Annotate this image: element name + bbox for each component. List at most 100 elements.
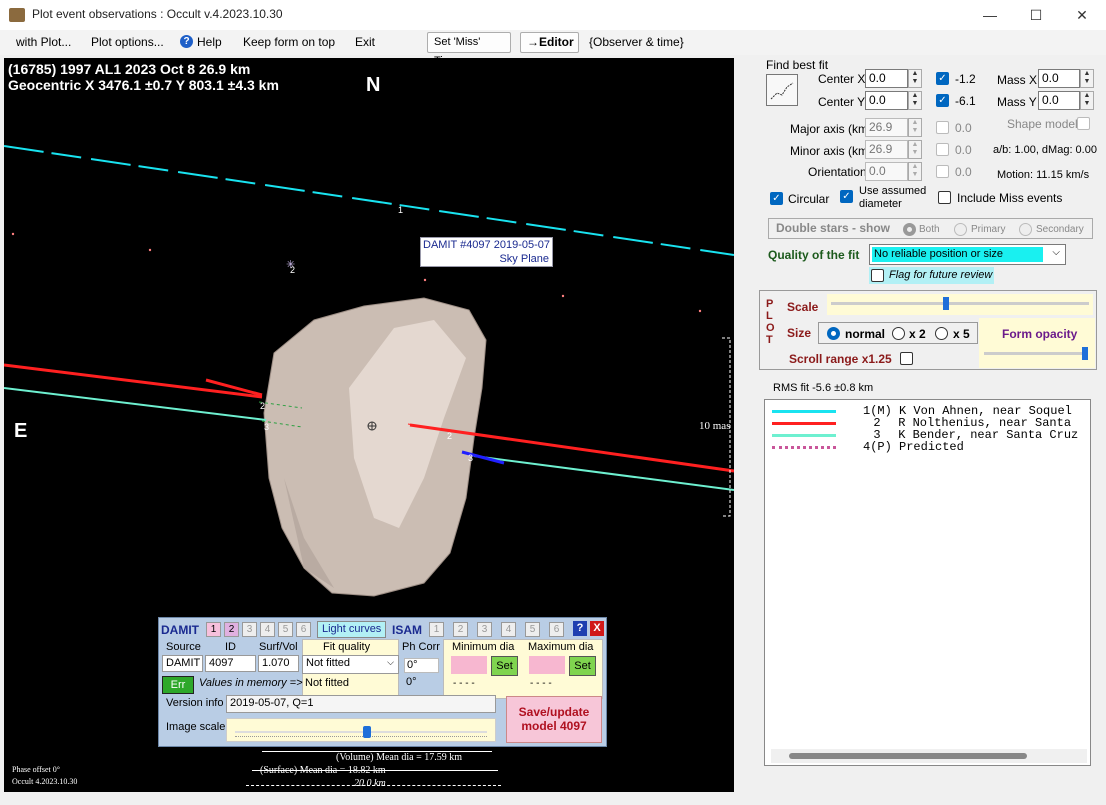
mass-x-spinner[interactable]: ▲ ▼ — [1080, 69, 1094, 88]
orientation-spinner[interactable]: ▲ ▼ — [908, 162, 922, 181]
damit-tab-5[interactable]: 5 — [278, 622, 293, 637]
orientation-field[interactable]: 0.0 — [865, 162, 908, 181]
menu-exit[interactable]: Exit — [355, 35, 375, 49]
ph-corr-header: Ph Corr — [402, 641, 440, 653]
size-normal-radio[interactable] — [827, 327, 840, 340]
major-axis-field[interactable]: 26.9 — [865, 118, 908, 137]
plot-letter-p: P — [766, 298, 774, 310]
damit-tab-1[interactable]: 1 — [206, 622, 221, 637]
minor-axis-checkbox[interactable] — [936, 143, 949, 156]
center-x-checkbox[interactable]: ✓ — [936, 72, 949, 85]
isam-tab-1[interactable]: 1 — [429, 622, 444, 637]
plot-letter-o: O — [766, 322, 775, 334]
set-miss-times-button[interactable]: Set 'Miss' Times — [427, 32, 511, 67]
minor-axis-fit-value: 0.0 — [955, 143, 972, 157]
damit-tab-2[interactable]: 2 — [224, 622, 239, 637]
menu-plot-options[interactable]: Plot options... — [91, 35, 164, 49]
fit-quality-select[interactable]: Not fitted ⌵ — [302, 655, 399, 674]
ph-corr-memory: 0° — [406, 676, 417, 688]
legend-scrollbar[interactable] — [771, 749, 1087, 763]
minor-axis-spinner[interactable]: ▲ ▼ — [908, 140, 922, 159]
form-opacity-label: Form opacity — [1002, 327, 1078, 341]
center-x-spinner[interactable]: ▲ ▼ — [908, 69, 922, 88]
isam-tab-4[interactable]: 4 — [501, 622, 516, 637]
size-normal-label: normal — [845, 327, 886, 341]
quality-value: No reliable position or size — [872, 247, 1043, 262]
size-x5-radio[interactable] — [935, 327, 948, 340]
damit-tab-6[interactable]: 6 — [296, 622, 311, 637]
size-x2-radio[interactable] — [892, 327, 905, 340]
id-header: ID — [225, 641, 236, 653]
chord-label-3-left: 3 — [264, 422, 270, 432]
include-miss-checkbox[interactable] — [938, 191, 951, 204]
opacity-thumb[interactable] — [1082, 347, 1088, 360]
damit-tab-3[interactable]: 3 — [242, 622, 257, 637]
help-icon: ? — [180, 35, 193, 48]
err-button[interactable]: Err — [162, 676, 194, 694]
both-radio[interactable] — [903, 223, 916, 236]
save-update-model-button[interactable]: Save/update model 4097 — [506, 696, 602, 743]
image-scale-thumb[interactable] — [363, 726, 371, 738]
minimize-button[interactable]: — — [967, 0, 1013, 30]
flag-review-checkbox[interactable] — [871, 269, 884, 282]
min-dia-field[interactable] — [451, 656, 487, 674]
max-dia-field[interactable] — [529, 656, 565, 674]
orientation-checkbox[interactable] — [936, 165, 949, 178]
ph-corr-field[interactable]: 0° — [404, 658, 439, 673]
isam-tab-6[interactable]: 6 — [549, 622, 564, 637]
center-y-spinner[interactable]: ▲ ▼ — [908, 91, 922, 110]
center-y-field[interactable]: 0.0 — [865, 91, 908, 110]
isam-tab-3[interactable]: 3 — [477, 622, 492, 637]
menu-with-plot[interactable]: with Plot... — [16, 35, 71, 49]
damit-help-button[interactable]: ? — [573, 621, 587, 636]
min-dia-memory: - - - - — [453, 678, 475, 689]
source-field[interactable]: DAMIT — [162, 655, 203, 672]
primary-radio[interactable] — [954, 223, 967, 236]
scale-thumb[interactable] — [943, 297, 949, 310]
legend-scroll-thumb[interactable] — [789, 753, 1027, 759]
surfvol-field[interactable]: 1.070 — [258, 655, 299, 672]
minor-axis-field[interactable]: 26.9 — [865, 140, 908, 159]
major-axis-checkbox[interactable] — [936, 121, 949, 134]
image-scale-slider[interactable] — [226, 718, 496, 742]
legend-line-2 — [772, 422, 836, 425]
mass-y-spinner[interactable]: ▲ ▼ — [1080, 91, 1094, 110]
source-header: Source — [166, 641, 201, 653]
max-dia-set-button[interactable]: Set — [569, 656, 596, 676]
circular-checkbox[interactable]: ✓ — [770, 192, 783, 205]
opacity-slider[interactable] — [982, 346, 1092, 362]
mass-y-field[interactable]: 0.0 — [1038, 91, 1080, 110]
damit-tab-4[interactable]: 4 — [260, 622, 275, 637]
damit-panel: DAMIT 1 2 3 4 5 6 Light curves ISAM 1 2 … — [158, 617, 607, 747]
primary-label: Primary — [971, 224, 1006, 235]
menu-help[interactable]: Help — [197, 35, 222, 49]
double-stars-label: Double stars - show — [776, 221, 891, 235]
min-dia-set-button[interactable]: Set — [491, 656, 518, 676]
major-axis-spinner[interactable]: ▲ ▼ — [908, 118, 922, 137]
editor-button[interactable]: →Editor — [520, 32, 579, 53]
id-field[interactable]: 4097 — [205, 655, 256, 672]
use-assumed-diameter-checkbox[interactable]: ✓ — [840, 190, 853, 203]
chord-label-2-right: 2 — [447, 431, 453, 441]
quality-select[interactable]: No reliable position or size ⌵ — [869, 244, 1066, 265]
light-curves-button[interactable]: Light curves — [317, 621, 387, 638]
shape-model-checkbox[interactable] — [1077, 117, 1090, 130]
isam-tab-5[interactable]: 5 — [525, 622, 540, 637]
version-info-field[interactable]: 2019-05-07, Q=1 — [226, 695, 496, 713]
center-x-field[interactable]: 0.0 — [865, 69, 908, 88]
best-fit-button[interactable] — [766, 74, 798, 106]
legend-line-4 — [772, 446, 836, 449]
secondary-radio[interactable] — [1019, 223, 1032, 236]
mass-x-field[interactable]: 0.0 — [1038, 69, 1080, 88]
damit-close-button[interactable]: X — [590, 621, 604, 636]
close-button[interactable]: ✕ — [1059, 0, 1105, 30]
scroll-range-checkbox[interactable] — [900, 352, 913, 365]
fit-quality-header: Fit quality — [323, 641, 371, 653]
menu-keep-form-on-top[interactable]: Keep form on top — [243, 35, 335, 49]
scale-slider[interactable] — [827, 294, 1093, 315]
isam-tab-2[interactable]: 2 — [453, 622, 468, 637]
quality-of-fit-label: Quality of the fit — [768, 248, 860, 262]
isam-title: ISAM — [392, 623, 422, 637]
maximize-button[interactable]: ☐ — [1013, 0, 1059, 30]
center-y-checkbox[interactable]: ✓ — [936, 94, 949, 107]
